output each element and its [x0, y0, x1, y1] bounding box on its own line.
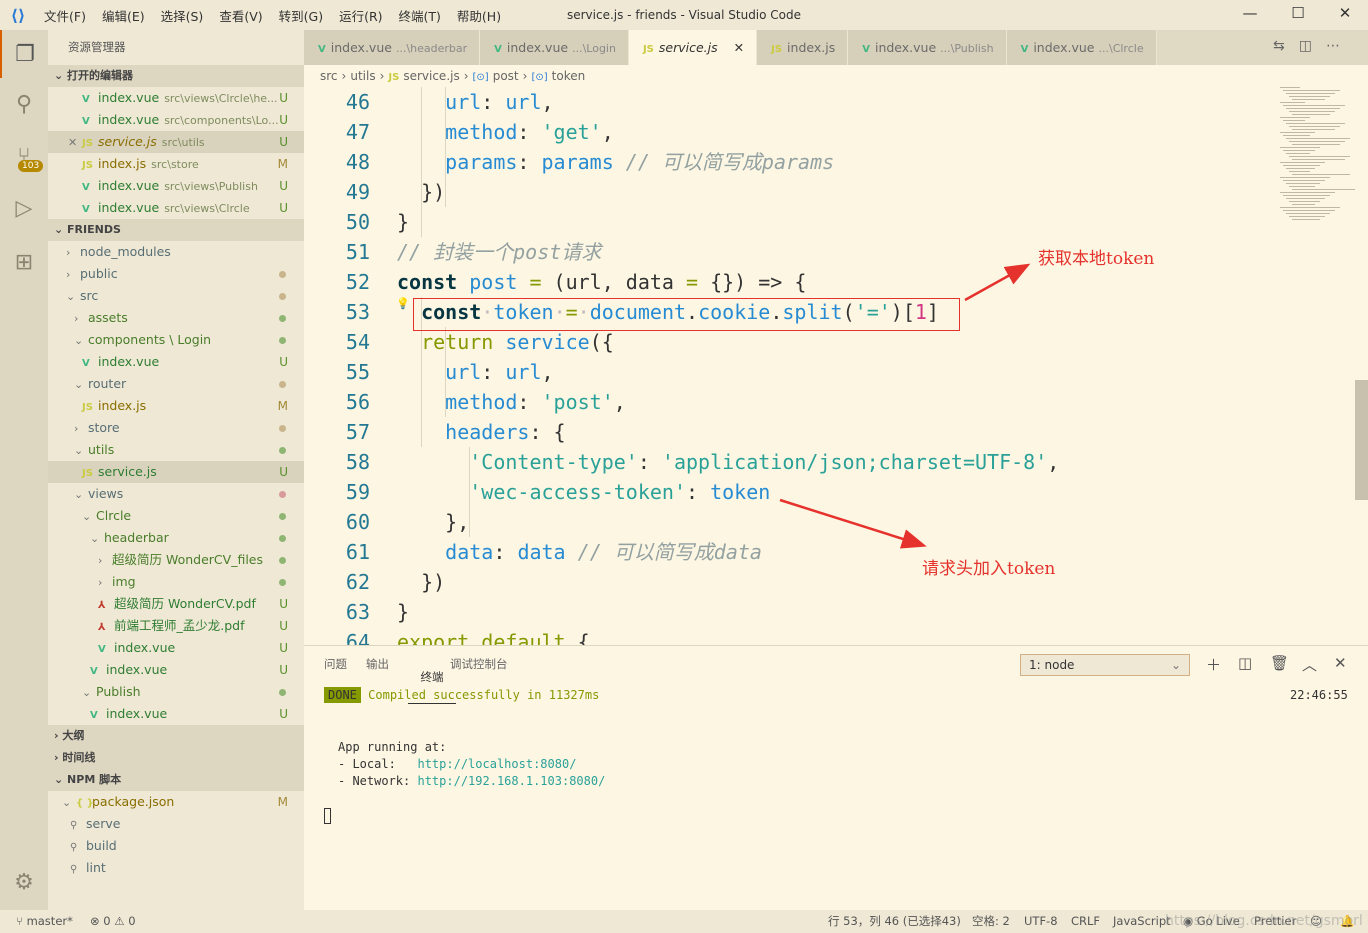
git-status: M [277, 795, 288, 809]
section-label: 时间线 [62, 751, 96, 764]
tab-problems[interactable]: 问题 [324, 656, 347, 672]
compile-time: 22:46:55 [1290, 688, 1348, 702]
maximize-panel-icon[interactable]: ︿ [1302, 654, 1317, 675]
wrench-icon: ⚲ [70, 842, 78, 853]
eol[interactable]: CRLF [1071, 910, 1100, 933]
terminal-cursor [324, 808, 331, 824]
item-label: index.vue [106, 662, 168, 677]
problems-indicator[interactable]: ⊗ 0 ⚠ 0 [90, 910, 136, 933]
app-running-text: App running at: [338, 740, 447, 754]
trash-icon[interactable]: 🗑 [1270, 654, 1289, 672]
done-badge: DONE [324, 687, 361, 703]
section-label: NPM 脚本 [67, 773, 122, 786]
branch-indicator[interactable]: ⑂ master* [16, 910, 73, 933]
item-label: package.json [92, 794, 175, 809]
close-panel-icon[interactable]: ✕ [1334, 654, 1347, 672]
warning-count: 0 [128, 914, 136, 928]
arrow-2 [779, 498, 927, 549]
chevron-down-icon: ⌄ [1170, 658, 1181, 672]
item-label: index.vue [106, 706, 168, 721]
network-label: - Network: [338, 774, 418, 788]
indentation[interactable]: 空格: 2 [972, 910, 1010, 933]
compiled-message: Compiled successfully in 11327ms [368, 688, 600, 702]
vue-file-icon: V [90, 710, 98, 721]
terminal-select[interactable]: 1: node ⌄ [1020, 654, 1190, 676]
timeline-header[interactable]: › 时间线 [48, 747, 304, 769]
wrench-icon: ⚲ [70, 820, 78, 831]
folder-item[interactable]: ⌄ Publish [48, 681, 304, 703]
gear-icon[interactable]: ⚙ [0, 858, 48, 906]
file-item[interactable]: ⚲ serve [48, 813, 304, 835]
split-terminal-icon[interactable]: ◫ [1238, 654, 1252, 672]
folder-item[interactable]: ⌄ { }package.json M [48, 791, 304, 813]
tab-debug-console[interactable]: 调试控制台 [450, 656, 508, 672]
encoding[interactable]: UTF-8 [1024, 910, 1058, 933]
git-status: U [279, 707, 288, 721]
json-file-icon: { } [76, 798, 94, 809]
error-count: 0 [103, 914, 111, 928]
status-bar: ⑂ master* ⊗ 0 ⚠ 0 行 53，列 46 (已选择43) 空格: … [0, 910, 1368, 933]
wrench-icon: ⚲ [70, 864, 78, 875]
terminal-select-value: 1: node [1029, 658, 1075, 672]
file-item[interactable]: ⚲ lint [48, 857, 304, 879]
npm-scripts-header[interactable]: ⌄ NPM 脚本 [48, 769, 304, 791]
file-item[interactable]: ⚲ build [48, 835, 304, 857]
tab-output[interactable]: 输出 [366, 656, 389, 672]
chevron-down-icon: ⌄ [62, 796, 72, 809]
local-url[interactable]: http://localhost:8080/ [417, 757, 576, 771]
file-item[interactable]: Vindex.vue U [48, 703, 304, 725]
status-dot [279, 689, 286, 696]
annotation-arrows [779, 263, 1031, 549]
language-mode[interactable]: JavaScript [1113, 910, 1171, 933]
arrow-1 [964, 263, 1031, 302]
git-status: U [279, 663, 288, 677]
item-label: serve [86, 816, 121, 831]
watermark: https://blog.csdn.net/gsmorl [1165, 913, 1363, 929]
cursor-position[interactable]: 行 53，列 46 (已选择43) [828, 910, 961, 933]
terminal-panel: 问题 输出 终端 调试控制台 1: node ⌄ ＋ ◫ 🗑 ︿ ✕ DONE C… [304, 645, 1368, 910]
item-label: build [86, 838, 117, 853]
branch-name: master* [26, 914, 73, 928]
chevron-down-icon: ⌄ [82, 686, 92, 699]
item-label: lint [86, 860, 106, 875]
local-label: - Local: [338, 757, 418, 771]
annotation-header-token: 请求头加入token [922, 559, 1056, 579]
outline-header[interactable]: › 大纲 [48, 725, 304, 747]
network-url[interactable]: http://192.168.1.103:8080/ [417, 774, 605, 788]
annotation-get-token: 获取本地token [1038, 249, 1155, 269]
vue-file-icon: V [90, 666, 98, 677]
section-label: 大纲 [62, 729, 85, 742]
new-terminal-icon[interactable]: ＋ [1206, 654, 1221, 675]
item-label: Publish [96, 684, 141, 699]
file-item[interactable]: Vindex.vue U [48, 659, 304, 681]
